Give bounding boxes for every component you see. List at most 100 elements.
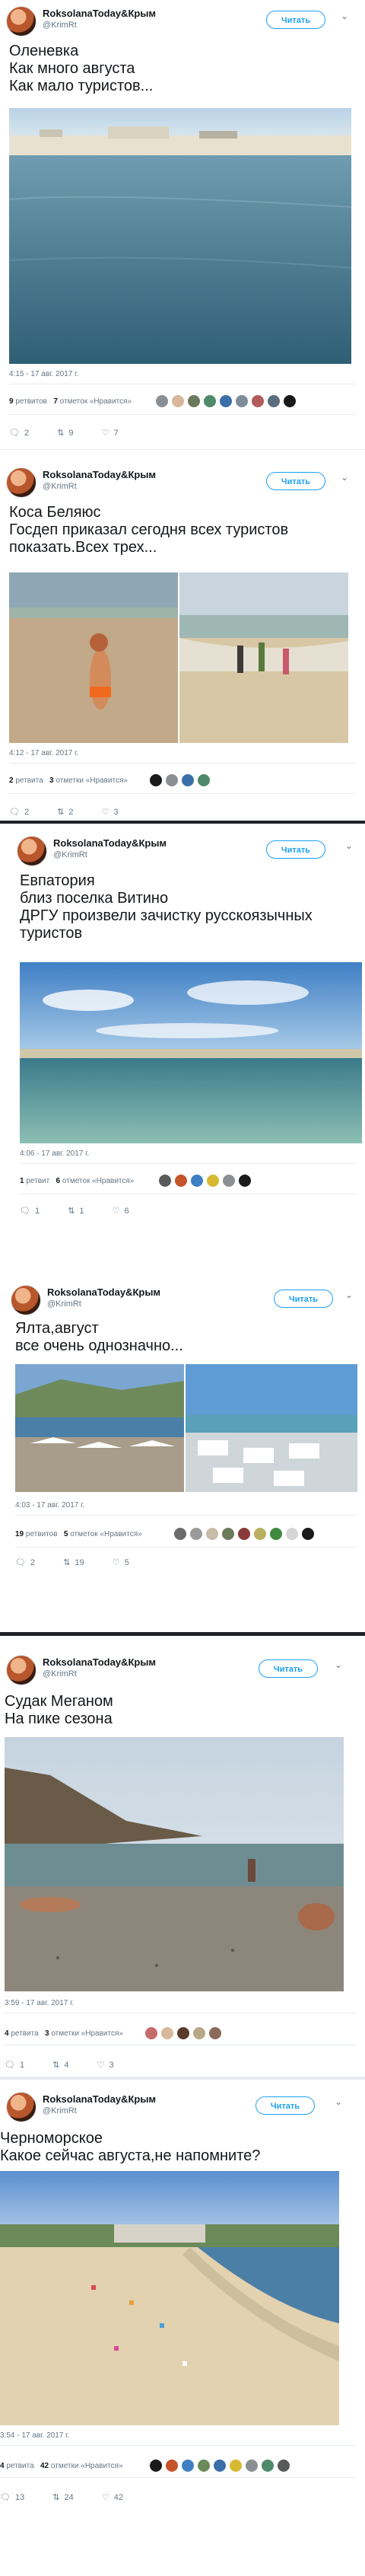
like-button[interactable]: ♡ 7	[102, 428, 119, 438]
follow-button[interactable]: Читать	[274, 1290, 333, 1308]
retweet-button[interactable]: ⇅ 9	[57, 428, 73, 438]
like-button[interactable]: ♡ 3	[97, 2060, 114, 2070]
avatar[interactable]	[301, 1527, 315, 1541]
avatar[interactable]	[181, 773, 195, 787]
avatar[interactable]	[176, 2026, 190, 2040]
username[interactable]: RoksolanaToday&Крым	[43, 1656, 156, 1668]
retweets-label[interactable]: ретвита	[11, 2029, 38, 2038]
avatar[interactable]	[283, 394, 297, 408]
user-handle[interactable]: @KrimRt	[47, 1299, 81, 1309]
tweet-photo[interactable]	[9, 108, 351, 364]
reply-button[interactable]: 🗨 2	[9, 428, 29, 438]
avatar[interactable]	[267, 394, 281, 408]
likes-label[interactable]: отметки «Нравится»	[56, 776, 128, 785]
avatar[interactable]	[187, 394, 201, 408]
tweet-photo[interactable]	[0, 2171, 339, 2425]
avatar[interactable]	[251, 394, 265, 408]
avatar[interactable]	[219, 394, 233, 408]
likes-count[interactable]: 5	[64, 1530, 68, 1538]
avatar[interactable]	[206, 1174, 220, 1188]
timestamp[interactable]: 4:15 - 17 авг. 2017 г.	[9, 370, 78, 378]
user-handle[interactable]: @KrimRt	[43, 482, 77, 491]
timestamp[interactable]: 4:12 - 17 авг. 2017 г.	[9, 749, 78, 757]
chevron-down-icon[interactable]: ⌄	[345, 1290, 353, 1300]
avatar[interactable]	[197, 2459, 211, 2472]
avatar[interactable]	[253, 1527, 267, 1541]
avatar[interactable]	[165, 773, 179, 787]
retweets-count[interactable]: 4	[0, 2462, 5, 2470]
avatar[interactable]	[285, 1527, 299, 1541]
tweet-photo[interactable]	[15, 1364, 357, 1492]
likes-label[interactable]: отметок «Нравится»	[60, 397, 132, 406]
follow-button[interactable]: Читать	[266, 11, 325, 29]
retweet-button[interactable]: ⇅ 19	[63, 1557, 84, 1567]
retweets-label[interactable]: ретвит	[26, 1177, 49, 1185]
avatar[interactable]	[237, 1527, 251, 1541]
avatar[interactable]	[11, 1285, 41, 1315]
avatar[interactable]	[222, 1174, 236, 1188]
avatar[interactable]	[192, 2026, 206, 2040]
chevron-down-icon[interactable]: ⌄	[335, 1659, 342, 1670]
retweets-count[interactable]: 19	[15, 1530, 24, 1538]
likes-count[interactable]: 6	[56, 1177, 61, 1185]
avatar[interactable]	[238, 1174, 252, 1188]
reply-button[interactable]: 🗨 13	[0, 2492, 24, 2502]
avatar[interactable]	[149, 2459, 163, 2472]
username[interactable]: RoksolanaToday&Крым	[53, 837, 167, 849]
user-handle[interactable]: @KrimRt	[43, 2106, 77, 2115]
retweets-count[interactable]: 1	[20, 1177, 24, 1185]
chevron-down-icon[interactable]: ⌄	[335, 2096, 342, 2107]
avatar[interactable]	[158, 1174, 172, 1188]
tweet-photo[interactable]	[20, 962, 362, 1143]
avatar[interactable]	[221, 1527, 235, 1541]
avatar[interactable]	[277, 2459, 290, 2472]
like-button[interactable]: ♡ 3	[102, 807, 119, 817]
avatar[interactable]	[160, 2026, 174, 2040]
follow-button[interactable]: Читать	[266, 472, 325, 490]
avatar[interactable]	[6, 6, 36, 37]
username[interactable]: RoksolanaToday&Крым	[43, 8, 156, 19]
like-button[interactable]: ♡ 5	[113, 1557, 129, 1567]
retweets-count[interactable]: 4	[5, 2029, 9, 2038]
timestamp[interactable]: 4:06 - 17 авг. 2017 г.	[20, 1149, 89, 1158]
avatar[interactable]	[6, 2092, 36, 2122]
retweets-label[interactable]: ретвита	[15, 776, 43, 785]
avatar[interactable]	[174, 1174, 188, 1188]
avatar[interactable]	[155, 394, 169, 408]
avatar[interactable]	[149, 773, 163, 787]
retweets-count[interactable]: 2	[9, 776, 14, 785]
likes-count[interactable]: 42	[40, 2462, 49, 2470]
retweet-button[interactable]: ⇅ 2	[57, 807, 73, 817]
username[interactable]: RoksolanaToday&Крым	[47, 1286, 160, 1298]
likes-count[interactable]: 3	[45, 2029, 49, 2038]
reply-button[interactable]: 🗨 2	[9, 807, 29, 817]
retweets-count[interactable]: 9	[9, 397, 14, 406]
retweet-button[interactable]: ⇅ 4	[52, 2060, 68, 2070]
avatar[interactable]	[181, 2459, 195, 2472]
retweet-button[interactable]: ⇅ 24	[52, 2492, 73, 2502]
avatar[interactable]	[245, 2459, 259, 2472]
avatar[interactable]	[6, 467, 36, 498]
avatar[interactable]	[173, 1527, 187, 1541]
avatar[interactable]	[208, 2026, 222, 2040]
username[interactable]: RoksolanaToday&Крым	[43, 2093, 156, 2105]
timestamp[interactable]: 4:03 - 17 авг. 2017 г.	[15, 1501, 84, 1510]
avatar[interactable]	[269, 1527, 283, 1541]
likes-label[interactable]: отметок «Нравится»	[70, 1530, 141, 1538]
retweets-label[interactable]: ретвитов	[26, 1530, 58, 1538]
likes-count[interactable]: 3	[49, 776, 54, 785]
avatar[interactable]	[229, 2459, 243, 2472]
avatar[interactable]	[261, 2459, 275, 2472]
tweet-photo[interactable]	[9, 572, 348, 743]
avatar[interactable]	[171, 394, 185, 408]
likes-label[interactable]: отметок «Нравится»	[62, 1177, 134, 1185]
likes-count[interactable]: 7	[53, 397, 58, 406]
timestamp[interactable]: 3:54 - 17 авг. 2017 г.	[0, 2431, 69, 2440]
avatar[interactable]	[165, 2459, 179, 2472]
follow-button[interactable]: Читать	[259, 1659, 318, 1678]
like-button[interactable]: ♡ 42	[102, 2492, 123, 2502]
avatar[interactable]	[205, 1527, 219, 1541]
avatar[interactable]	[235, 394, 249, 408]
retweets-label[interactable]: ретвита	[6, 2462, 33, 2470]
avatar[interactable]	[6, 1655, 36, 1685]
